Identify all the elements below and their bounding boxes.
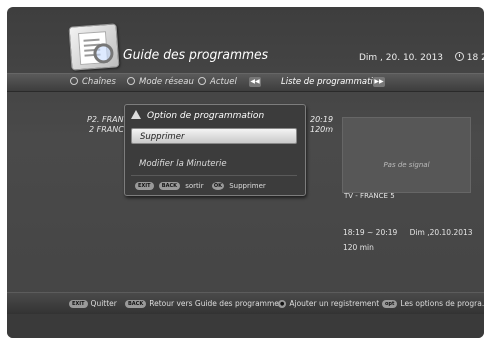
program-options-hint[interactable]: opt Les options de progra... <box>382 299 484 308</box>
tab-actuel[interactable]: Actuel <box>198 77 237 87</box>
opt-key-icon: opt <box>382 300 398 308</box>
back-to-guide-hint[interactable]: BACK Retour vers Guide des programmes <box>125 299 283 308</box>
program-date: Dim ,20.10.2013 <box>409 228 473 237</box>
record-key-icon: ● <box>278 300 287 308</box>
tv-screen: Guide des programmes Dim , 20. 10. 2013 … <box>7 7 484 338</box>
program-schedule: 18:19 ~ 20:19 Dim ,20.10.2013 <box>343 228 473 237</box>
no-signal-text: Pas de signal <box>383 161 430 169</box>
tab-chaines[interactable]: Chaînes <box>70 77 116 87</box>
channel-row[interactable]: 2 FRANCE <box>89 125 129 134</box>
back-key-icon: BACK <box>125 300 147 308</box>
option-modifier-minuterie[interactable]: Modifier la Minuterie <box>139 159 227 169</box>
warning-icon <box>131 110 141 119</box>
clock-icon <box>454 52 464 61</box>
radio-icon <box>127 77 135 85</box>
ok-key-icon: OK <box>211 182 224 190</box>
next-arrow-icon[interactable]: ▶▶ <box>373 77 385 87</box>
option-supprimer[interactable]: Supprimer <box>131 128 297 144</box>
quit-hint[interactable]: EXIT Quitter <box>69 299 117 308</box>
date-time: Dim , 20. 10. 2013 18 20 <box>359 52 484 63</box>
ok-hint: Supprimer <box>229 182 266 190</box>
program-end-time: 20:19 <box>310 115 334 124</box>
popup-title: Option de programmation <box>131 110 264 121</box>
back-hint: sortir <box>185 182 204 190</box>
program-duration-short: 120m <box>310 125 334 134</box>
exit-key-icon: EXIT <box>69 300 88 308</box>
tab-mode-reseau[interactable]: Mode réseau <box>127 77 194 87</box>
exit-key-icon: EXIT <box>135 182 154 190</box>
header: Guide des programmes Dim , 20. 10. 2013 … <box>7 7 484 73</box>
program-duration: 120 min <box>343 243 374 252</box>
list-view-label: Liste de programmation <box>281 77 384 87</box>
tab-bar: Chaînes Mode réseau Actuel ◀◀ Liste de p… <box>7 73 484 92</box>
preview-channel: TV - FRANCE 5 <box>344 192 395 200</box>
add-recording-hint[interactable]: ● Ajouter un registrement <box>278 299 379 308</box>
program-time-range: 18:19 ~ 20:19 <box>343 228 398 237</box>
radio-icon <box>70 77 78 85</box>
options-popup: Option de programmation Supprimer Modifi… <box>124 104 306 196</box>
video-preview: Pas de signal <box>342 117 471 193</box>
popup-footer: EXIT BACK sortir OK Supprimer <box>135 182 266 190</box>
page-title: Guide des programmes <box>123 48 269 63</box>
guide-logo-icon <box>68 23 120 71</box>
popup-divider <box>131 175 297 176</box>
prev-arrow-icon[interactable]: ◀◀ <box>249 77 261 87</box>
time-text: 18 20 <box>466 53 484 63</box>
radio-icon <box>198 77 206 85</box>
date-text: Dim , 20. 10. 2013 <box>359 53 444 63</box>
bottom-bar: EXIT Quitter BACK Retour vers Guide des pr… <box>7 292 484 314</box>
bottom-strip <box>7 314 484 338</box>
back-key-icon: BACK <box>158 182 181 190</box>
